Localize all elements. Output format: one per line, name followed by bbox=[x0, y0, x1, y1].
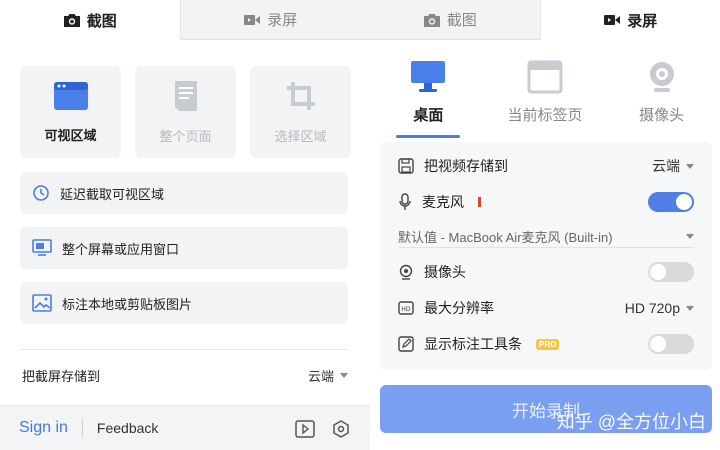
chevron-down-icon bbox=[686, 234, 694, 239]
resolution-value: HD 720p bbox=[624, 300, 680, 316]
record-settings: 把视频存储到 云端 麦克风 默认值 - MacBook Air麦克风 (Buil… bbox=[380, 142, 712, 370]
video-save-row: 把视频存储到 云端 bbox=[398, 156, 694, 176]
crop-icon bbox=[285, 80, 317, 112]
footer: Sign in Feedback bbox=[0, 405, 370, 450]
mode-label: 可视区域 bbox=[44, 127, 97, 143]
microphone-toggle[interactable] bbox=[648, 192, 694, 212]
mic-device-value: 默认值 - MacBook Air麦克风 (Built-in) bbox=[398, 230, 613, 245]
webcam-icon bbox=[645, 60, 679, 94]
video-save-dropdown[interactable]: 云端 bbox=[652, 156, 694, 176]
chevron-down-icon bbox=[686, 305, 694, 311]
option-label: 延迟截取可视区域 bbox=[60, 186, 165, 202]
mode-label: 整个页面 bbox=[159, 128, 212, 144]
tab-record[interactable]: 录屏 bbox=[179, 0, 360, 40]
tab-label: 截图 bbox=[86, 12, 117, 30]
tab-label: 录屏 bbox=[627, 12, 658, 30]
tab-current-tab[interactable]: 当前标签页 bbox=[490, 60, 600, 138]
video-save-value: 云端 bbox=[652, 158, 680, 174]
sign-in-link[interactable]: Sign in bbox=[19, 419, 68, 437]
pro-badge: PRO bbox=[536, 338, 560, 350]
resolution-label: 最大分辨率 bbox=[424, 300, 494, 316]
screenshot-save-row: 把截屏存储到 云端 bbox=[22, 366, 348, 385]
tab-label: 截图 bbox=[446, 12, 477, 29]
mode-visible-area[interactable]: 可视区域 bbox=[20, 66, 121, 158]
video-library-icon[interactable] bbox=[295, 420, 315, 443]
tab-screenshot[interactable]: 截图 bbox=[0, 0, 180, 40]
resolution-row: HD 最大分辨率 HD 720p bbox=[398, 298, 694, 318]
video-icon bbox=[603, 13, 621, 27]
camera-icon bbox=[398, 264, 414, 280]
chevron-down-icon bbox=[340, 373, 348, 378]
option-label: 整个屏幕或应用窗口 bbox=[62, 241, 180, 257]
tab-record-2[interactable]: 录屏 bbox=[540, 0, 720, 40]
pen-icon bbox=[398, 336, 414, 352]
image-icon bbox=[32, 294, 52, 312]
save-label: 把截屏存储到 bbox=[22, 369, 101, 384]
resolution-dropdown[interactable]: HD 720p bbox=[625, 300, 694, 316]
camera-icon bbox=[423, 12, 441, 28]
desktop-icon bbox=[410, 60, 446, 94]
divider bbox=[20, 349, 348, 350]
record-panel: 桌面 当前标签页 摄像头 把视频存储到 云端 麦克风 默认值 - MacBook… bbox=[370, 40, 720, 450]
tab-label: 录屏 bbox=[267, 12, 298, 29]
tab-label: 桌面 bbox=[413, 107, 444, 124]
option-screen-or-window[interactable]: 整个屏幕或应用窗口 bbox=[20, 227, 348, 269]
annotation-row: 显示标注工具条 PRO bbox=[398, 334, 694, 354]
annotation-label: 显示标注工具条 bbox=[424, 336, 522, 352]
tab-desktop[interactable]: 桌面 bbox=[373, 60, 483, 138]
full-page-icon bbox=[171, 80, 201, 112]
screenshot-panel: 可视区域 整个页面 选择区域 延迟截取可视区域 整个屏幕或应用窗口 标注本地或剪… bbox=[0, 40, 370, 450]
camera-row: 摄像头 bbox=[398, 262, 694, 282]
mic-device-dropdown[interactable]: 默认值 - MacBook Air麦克风 (Built-in) bbox=[398, 226, 694, 248]
mode-full-page[interactable]: 整个页面 bbox=[135, 66, 236, 158]
mic-level-indicator bbox=[478, 197, 481, 207]
save-icon bbox=[398, 158, 414, 174]
capture-modes: 可视区域 整个页面 选择区域 bbox=[20, 66, 351, 158]
monitor-icon bbox=[32, 239, 52, 257]
tab-webcam[interactable]: 摄像头 bbox=[607, 60, 717, 138]
browser-tab-icon bbox=[527, 60, 563, 94]
save-value: 云端 bbox=[307, 369, 334, 384]
camera-label: 摄像头 bbox=[424, 264, 466, 280]
option-annotate-image[interactable]: 标注本地或剪贴板图片 bbox=[20, 282, 348, 324]
video-save-label: 把视频存储到 bbox=[424, 158, 508, 174]
tab-label: 摄像头 bbox=[639, 107, 685, 124]
tab-active-indicator bbox=[396, 135, 461, 138]
camera-toggle[interactable] bbox=[648, 262, 694, 282]
timer-icon bbox=[32, 184, 50, 202]
svg-text:HD: HD bbox=[401, 306, 411, 313]
microphone-icon bbox=[398, 193, 412, 211]
screenshot-save-dropdown[interactable]: 云端 bbox=[308, 366, 348, 385]
camera-icon bbox=[63, 12, 81, 28]
top-tab-bar: 截图 录屏 截图 录屏 bbox=[0, 0, 720, 40]
option-delayed-capture[interactable]: 延迟截取可视区域 bbox=[20, 172, 348, 214]
video-icon bbox=[243, 13, 261, 27]
tab-screenshot-2[interactable]: 截图 bbox=[360, 0, 541, 40]
divider bbox=[81, 419, 83, 437]
feedback-link[interactable]: Feedback bbox=[97, 420, 158, 436]
browser-window-icon bbox=[53, 81, 89, 111]
tab-label: 当前标签页 bbox=[507, 107, 583, 124]
hd-icon: HD bbox=[398, 301, 414, 315]
mode-label: 选择区域 bbox=[274, 128, 327, 144]
record-source-tabs: 桌面 当前标签页 摄像头 bbox=[370, 60, 720, 138]
mode-select-area[interactable]: 选择区域 bbox=[250, 66, 351, 158]
annotation-toggle[interactable] bbox=[648, 334, 694, 354]
microphone-label: 麦克风 bbox=[422, 194, 464, 210]
microphone-row: 麦克风 bbox=[398, 192, 694, 212]
chevron-down-icon bbox=[686, 163, 694, 169]
option-label: 标注本地或剪贴板图片 bbox=[62, 296, 193, 312]
watermark: 知乎 @全方位小白 bbox=[556, 412, 706, 432]
settings-icon[interactable] bbox=[332, 420, 350, 443]
